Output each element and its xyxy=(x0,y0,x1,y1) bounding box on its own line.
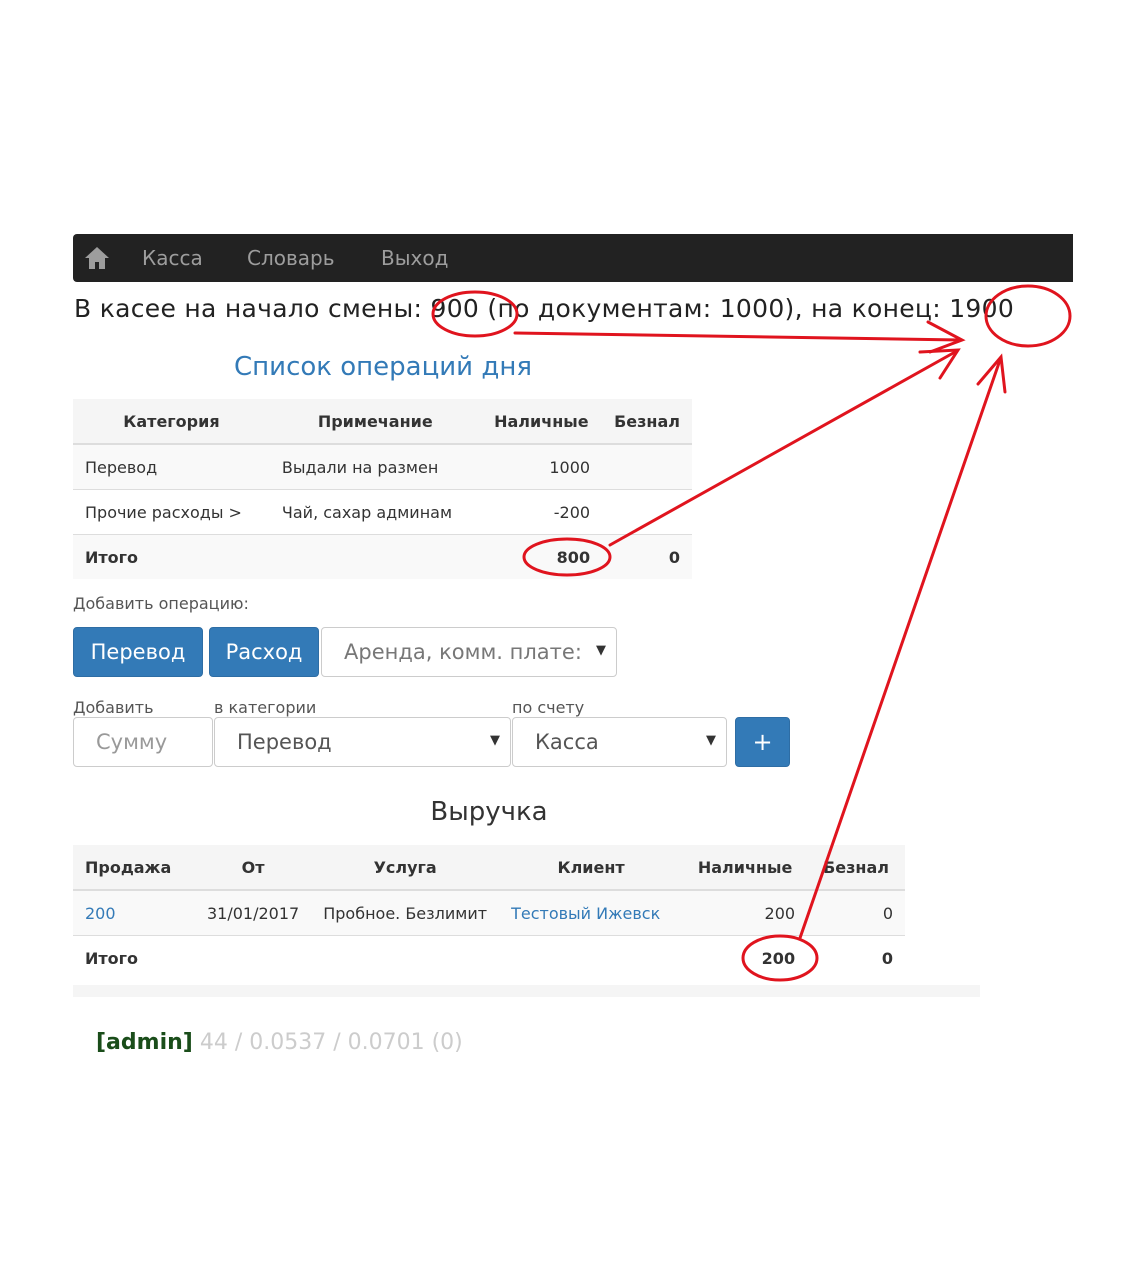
table-cell: 200 xyxy=(683,889,808,936)
annotation-arrowhead xyxy=(976,353,1007,394)
chevron-down-icon: ▼ xyxy=(596,643,606,658)
total-noncash: 0 xyxy=(807,935,905,980)
client-link[interactable]: Тестовый Ижевск xyxy=(499,889,684,936)
panel-bottom xyxy=(73,985,980,997)
sale-link[interactable]: 200 xyxy=(73,889,195,936)
ops-header: Безнал xyxy=(602,399,692,445)
table-cell: 31/01/2017 xyxy=(195,889,312,936)
table-cell: -200 xyxy=(480,489,603,535)
category-value: Перевод xyxy=(237,730,332,754)
ops-header: Примечание xyxy=(269,399,481,445)
add-op-label: Добавить операцию: xyxy=(73,594,249,613)
table-cell xyxy=(311,935,500,980)
table-cell: Перевод xyxy=(73,443,270,490)
total-noncash: 0 xyxy=(602,534,692,579)
account-label: по счету xyxy=(512,698,585,717)
total-row: Итого 800 0 xyxy=(73,534,692,579)
category-label: в категории xyxy=(214,698,317,717)
navbar: Касса Словарь Выход xyxy=(73,234,1073,282)
table-cell xyxy=(499,935,684,980)
total-row: Итого 200 0 xyxy=(73,935,905,980)
cash-summary: В касее на начало смены: 900 (по докумен… xyxy=(74,294,1014,323)
add-label: Добавить xyxy=(73,698,154,717)
table-cell: Пробное. Безлимит xyxy=(311,889,500,936)
sum-input[interactable]: Сумму xyxy=(73,717,213,767)
account-value: Касса xyxy=(535,730,599,754)
summary-docs: (по документам: 1000), на конец: xyxy=(487,294,941,323)
table-row: Прочие расходы > Чай, сахар админам -200 xyxy=(73,489,692,535)
revenue-header: Безнал xyxy=(807,845,905,891)
ops-header: Наличные xyxy=(480,399,603,445)
nav-dictionary[interactable]: Словарь xyxy=(247,246,335,270)
annotation-arrowhead xyxy=(918,348,961,380)
revenue-header: Продажа xyxy=(73,845,195,891)
summary-start: 900 xyxy=(430,294,480,323)
table-cell xyxy=(269,534,481,579)
summary-end: 1900 xyxy=(949,294,1015,323)
sum-placeholder: Сумму xyxy=(96,730,168,754)
table-row: 200 31/01/2017 Пробное. Безлимит Тестовы… xyxy=(73,889,905,936)
table-cell xyxy=(602,489,692,535)
nav-logout[interactable]: Выход xyxy=(381,246,448,270)
chevron-down-icon: ▼ xyxy=(490,733,500,748)
total-label: Итого xyxy=(73,935,195,980)
expense-category-select[interactable]: Аренда, комм. плате: ▼ xyxy=(321,627,617,677)
revenue-header: Наличные xyxy=(683,845,808,891)
table-cell xyxy=(602,443,692,490)
revenue-header: От xyxy=(195,845,312,891)
total-label: Итого xyxy=(73,534,270,579)
ops-table: Категория Примечание Наличные Безнал Пер… xyxy=(73,399,692,579)
table-cell-link[interactable]: Прочие расходы > xyxy=(73,489,270,535)
total-cash: 200 xyxy=(683,935,808,980)
account-select[interactable]: Касса ▼ xyxy=(512,717,727,767)
ops-title: Список операций дня xyxy=(234,352,532,382)
home-icon[interactable] xyxy=(83,244,111,272)
footer-stats: 44 / 0.0537 / 0.0701 (0) xyxy=(199,1030,463,1055)
annotation-arrow xyxy=(513,331,962,342)
expense-button[interactable]: Расход xyxy=(209,627,319,677)
category-select[interactable]: Перевод ▼ xyxy=(214,717,511,767)
revenue-table: Продажа От Услуга Клиент Наличные Безнал… xyxy=(73,845,905,980)
revenue-header: Услуга xyxy=(311,845,500,891)
transfer-button[interactable]: Перевод xyxy=(73,627,203,677)
table-cell: 0 xyxy=(807,889,905,936)
revenue-title: Выручка xyxy=(430,797,548,827)
table-cell: Выдали на размен xyxy=(269,443,481,490)
expense-category-value: Аренда, комм. плате: xyxy=(344,640,582,664)
ops-header: Категория xyxy=(73,399,270,445)
total-cash: 800 xyxy=(480,534,603,579)
revenue-header: Клиент xyxy=(499,845,684,891)
footer-user: [admin] xyxy=(96,1030,193,1055)
chevron-down-icon: ▼ xyxy=(706,733,716,748)
footer: [admin] 44 / 0.0537 / 0.0701 (0) xyxy=(96,1030,463,1055)
add-button[interactable]: + xyxy=(735,717,790,767)
nav-kassa[interactable]: Касса xyxy=(142,246,203,270)
table-cell: 1000 xyxy=(480,443,603,490)
summary-prefix: В касее на начало смены: xyxy=(74,294,423,323)
table-row: Перевод Выдали на размен 1000 xyxy=(73,443,692,490)
table-cell: Чай, сахар админам xyxy=(269,489,481,535)
annotation-arrowhead xyxy=(926,320,966,354)
table-cell xyxy=(195,935,312,980)
